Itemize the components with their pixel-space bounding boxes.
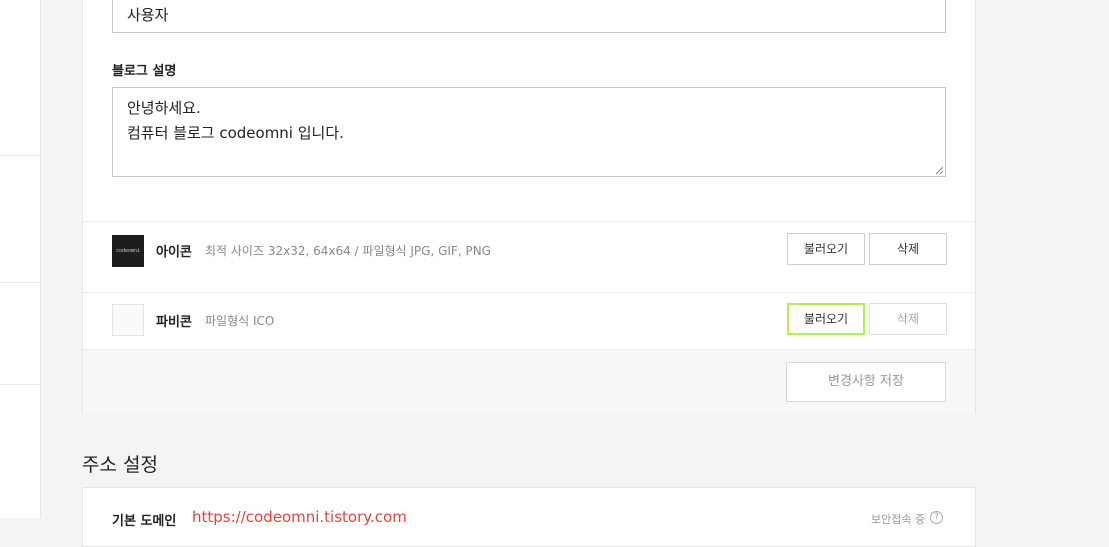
address-settings-title: 주소 설정 (82, 454, 158, 476)
default-domain-label: 기본 도메인 (112, 514, 177, 529)
icon-load-button[interactable]: 불러오기 (787, 233, 865, 265)
sidebar-divider (0, 384, 40, 385)
left-sidebar (0, 0, 41, 518)
blog-name-input[interactable]: 사용자 (112, 0, 946, 33)
sidebar-divider (0, 155, 40, 156)
card-footer: 변경사항 저장 (83, 349, 975, 414)
description-line: 컴퓨터 블로그 codeomni 입니다. (127, 124, 344, 142)
icon-thumbnail: codeomni (112, 235, 144, 267)
favicon-description: 파일형식 ICO (205, 314, 275, 328)
favicon-row: 파비콘 파일형식 ICO 불러오기 삭제 (83, 292, 975, 350)
blog-description-textarea[interactable]: 안녕하세요. 컴퓨터 블로그 codeomni 입니다. (112, 87, 946, 177)
blog-description-label: 블로그 설명 (112, 64, 177, 79)
secure-connection-status: 보안접속 중 (871, 513, 926, 526)
save-changes-button[interactable]: 변경사항 저장 (786, 362, 946, 402)
blog-info-card: 사용자 블로그 설명 안녕하세요. 컴퓨터 블로그 codeomni 입니다. … (82, 0, 976, 414)
description-line: 안녕하세요. (127, 99, 201, 117)
icon-description: 최적 사이즈 32x32, 64x64 / 파일형식 JPG, GIF, PNG (205, 244, 491, 258)
favicon-title: 파비콘 (156, 315, 192, 330)
icon-row: codeomni 아이콘 최적 사이즈 32x32, 64x64 / 파일형식 … (83, 221, 975, 293)
sidebar-divider (0, 282, 40, 283)
favicon-delete-button[interactable]: 삭제 (869, 303, 947, 335)
icon-title: 아이콘 (156, 245, 192, 260)
icon-delete-button[interactable]: 삭제 (869, 233, 947, 265)
address-card: 기본 도메인 https://codeomni.tistory.com 보안접속… (82, 487, 976, 547)
resize-grip-icon[interactable] (935, 166, 943, 174)
favicon-load-button[interactable]: 불러오기 (787, 303, 865, 335)
favicon-thumbnail (112, 304, 144, 336)
default-domain-link[interactable]: https://codeomni.tistory.com (192, 508, 407, 526)
